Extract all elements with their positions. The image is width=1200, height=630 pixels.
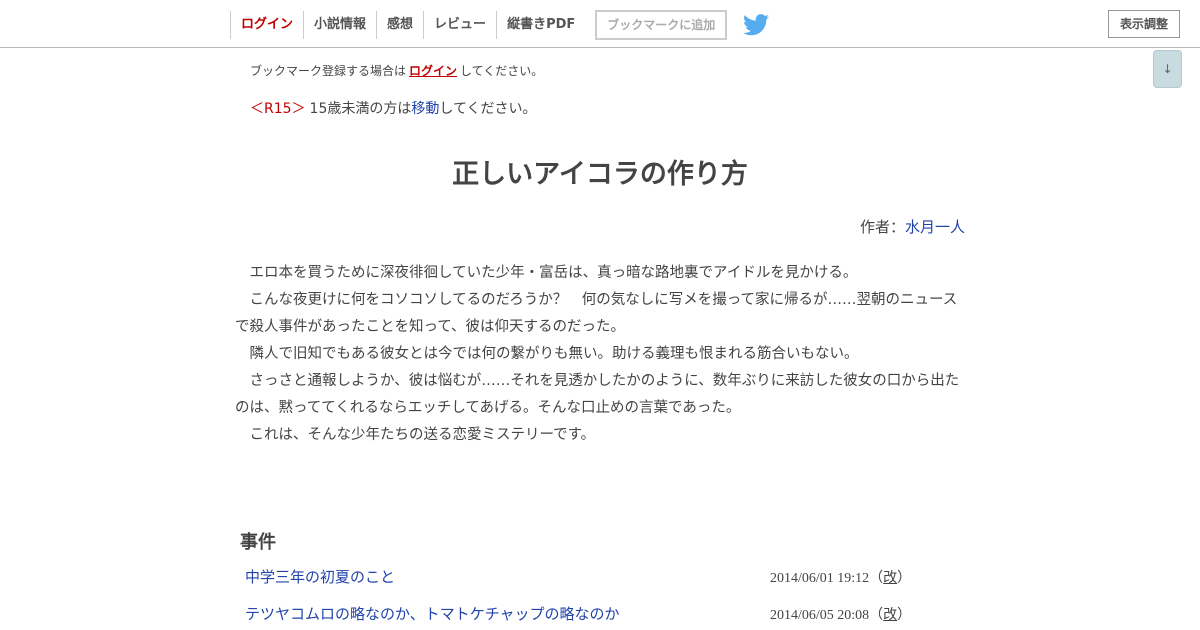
scroll-down-button[interactable]: ↓ — [1153, 50, 1182, 88]
chapter-link[interactable]: 中学三年の初夏のこと — [245, 566, 395, 587]
edit-paren-close: ） — [897, 608, 912, 623]
chapter-date-value: 2014/06/01 19:12 — [770, 571, 870, 586]
novel-title: 正しいアイコラの作り方 — [452, 159, 748, 190]
site-header: ログイン 小説情報 感想 レビュー 縦書きPDF ブックマークに追加 表示調整 — [0, 0, 1200, 48]
add-bookmark-button[interactable]: ブックマークに追加 — [595, 10, 728, 40]
nav-review[interactable]: レビュー — [423, 11, 496, 39]
r15-suffix: してください。 — [439, 101, 537, 117]
twitter-bird-icon[interactable] — [743, 14, 770, 36]
r15-move-link[interactable]: 移動 — [411, 101, 439, 117]
display-settings-button[interactable]: 表示調整 — [1108, 10, 1180, 38]
r15-prefix: 15歳未満の方は — [309, 101, 412, 117]
summary-paragraph: こんな夜更けに何をコソコソしてるのだろうか？ 何の気なしに写メを撮って家に帰るが… — [235, 292, 958, 335]
novel-summary: エロ本を買うために深夜徘徊していた少年・富岳は、真っ暗な路地裏でアイドルを見かけ… — [235, 260, 965, 449]
summary-paragraph: これは、そんな少年たちの送る恋愛ミステリーです。 — [235, 427, 596, 443]
chapter-edit-link[interactable]: 改 — [883, 571, 897, 586]
chapter-row: テツヤコムロの略なのか、トマトケチャップの略なのか 2014/06/05 20:… — [245, 603, 925, 625]
chapter-date: 2014/06/05 20:08（改） — [770, 604, 911, 624]
summary-paragraph: 隣人で旧知でもある彼女とは今では何の繋がりも無い。助ける義理も恨まれる筋合いもな… — [235, 346, 859, 362]
edit-paren-open: （ — [869, 608, 884, 623]
edit-paren-close: ） — [897, 571, 912, 586]
author-label: 作者： — [859, 218, 905, 236]
bookmark-login-link[interactable]: ログイン — [409, 64, 457, 78]
chapter-heading: 事件 — [240, 532, 276, 553]
summary-paragraph: さっさと通報しようか、彼は悩むが……それを見透かしたかのように、数年ぶりに来訪し… — [235, 373, 960, 416]
bookmark-note-prefix: ブックマーク登録する場合は — [250, 64, 407, 78]
chapter-row: 中学三年の初夏のこと 2014/06/01 19:12（改） — [245, 566, 925, 588]
nav-vertical-pdf[interactable]: 縦書きPDF — [496, 11, 585, 39]
nav-login[interactable]: ログイン — [230, 11, 303, 39]
chapter-link[interactable]: テツヤコムロの略なのか、トマトケチャップの略なのか — [245, 603, 620, 624]
r15-notice: ＜R15＞ 15歳未満の方は移動してください。 — [250, 98, 537, 118]
nav-novel-info[interactable]: 小説情報 — [303, 11, 376, 39]
summary-paragraph: エロ本を買うために深夜徘徊していた少年・富岳は、真っ暗な路地裏でアイドルを見かけ… — [235, 265, 858, 281]
nav-impressions[interactable]: 感想 — [376, 11, 423, 39]
bookmark-note-suffix: してください。 — [460, 64, 544, 78]
bookmark-login-notice: ブックマーク登録する場合は ログイン してください。 — [250, 62, 543, 79]
author-link[interactable]: 水月一人 — [905, 218, 965, 236]
top-nav: ログイン 小説情報 感想 レビュー 縦書きPDF ブックマークに追加 — [230, 10, 770, 40]
author-line: 作者：水月一人 — [230, 216, 965, 237]
edit-paren-open: （ — [869, 571, 884, 586]
chapter-date-value: 2014/06/05 20:08 — [770, 608, 870, 623]
r15-tag: ＜R15＞ — [250, 101, 306, 117]
chapter-date: 2014/06/01 19:12（改） — [770, 567, 911, 587]
chapter-edit-link[interactable]: 改 — [883, 608, 897, 623]
